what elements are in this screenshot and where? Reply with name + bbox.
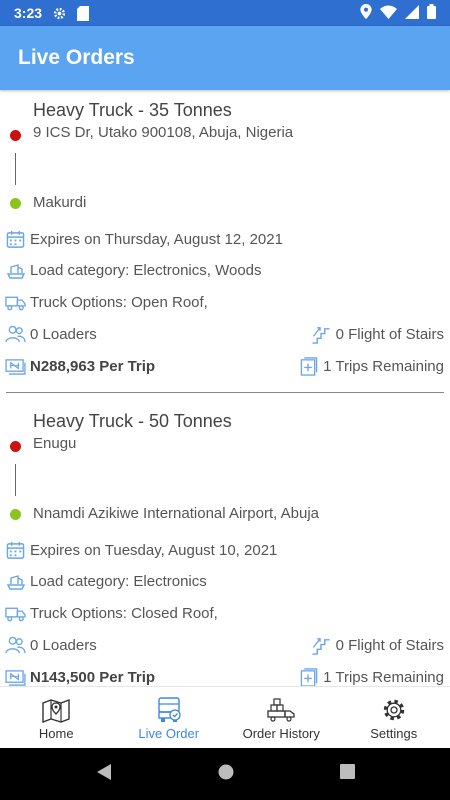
cargo-icon xyxy=(5,260,26,281)
loaders-row: 0 Loaders xyxy=(5,635,97,656)
home-circle-icon[interactable] xyxy=(218,764,234,785)
stairs-text: 0 Flight of Stairs xyxy=(335,326,444,343)
dropoff-address: Nnamdi Azikiwe International Airport, Ab… xyxy=(33,505,319,522)
recents-icon[interactable] xyxy=(339,764,355,784)
cargo-icon xyxy=(5,571,26,592)
expiry-text: Expires on Thursday, August 12, 2021 xyxy=(30,231,283,248)
load-category-row: Load category: Electronics xyxy=(5,571,207,592)
stairs-icon xyxy=(311,324,332,345)
system-navigation-bar xyxy=(0,748,450,800)
pickup-dot-icon xyxy=(10,130,21,141)
nav-home-label: Home xyxy=(38,725,74,741)
load-category-text: Load category: Electronics xyxy=(30,573,207,590)
order-divider xyxy=(6,392,444,393)
dropoff-dot-icon xyxy=(10,509,21,520)
calendar-icon xyxy=(5,229,26,250)
truck-options-text: Truck Options: Open Roof, xyxy=(30,294,208,311)
truck-options-row: Truck Options: Open Roof, xyxy=(5,292,208,313)
bottom-navigation: Home Live Order Order History Settings xyxy=(0,686,450,749)
loaders-icon xyxy=(5,635,26,656)
stairs-row: 0 Flight of Stairs xyxy=(311,324,444,345)
truck-icon xyxy=(5,292,26,313)
load-category-text: Load category: Electronics, Woods xyxy=(30,262,262,279)
price-text: N143,500 Per Trip xyxy=(30,669,156,686)
status-bar: 3:23 xyxy=(0,0,450,26)
settings-gear-status-icon xyxy=(52,6,67,21)
battery-icon xyxy=(427,4,436,22)
gear-icon xyxy=(381,696,407,724)
live-truck-icon xyxy=(156,696,182,724)
nav-home[interactable]: Home xyxy=(0,687,113,749)
nav-settings[interactable]: Settings xyxy=(338,687,450,749)
nav-settings-label: Settings xyxy=(370,725,418,741)
price-text: N288,963 Per Trip xyxy=(30,358,156,375)
back-icon[interactable] xyxy=(96,763,112,786)
pickup-address: Enugu xyxy=(33,435,77,452)
trips-icon xyxy=(298,356,319,377)
price-row: N143,500 Per Trip xyxy=(5,667,155,686)
expiry-row: Expires on Tuesday, August 10, 2021 xyxy=(5,540,277,561)
route-line xyxy=(15,153,16,185)
trips-row: 1 Trips Remaining xyxy=(298,667,444,686)
calendar-icon xyxy=(5,540,26,561)
load-category-row: Load category: Electronics, Woods xyxy=(5,260,262,281)
nav-live-order-label: Live Order xyxy=(138,725,200,741)
wifi-icon xyxy=(380,5,397,22)
truck-type: Heavy Truck - 35 Tonnes xyxy=(33,100,232,120)
pickup-dot-icon xyxy=(10,441,21,452)
nav-live-order[interactable]: Live Order xyxy=(113,687,226,749)
status-time: 3:23 xyxy=(14,5,43,21)
truck-options-text: Truck Options: Closed Roof, xyxy=(30,605,218,622)
nav-order-history-label: Order History xyxy=(242,725,320,741)
stairs-icon xyxy=(311,635,332,656)
trips-icon xyxy=(298,667,319,686)
loaders-row: 0 Loaders xyxy=(5,324,97,345)
price-row: N288,963 Per Trip xyxy=(5,356,155,377)
expiry-row: Expires on Thursday, August 12, 2021 xyxy=(5,229,283,250)
truck-type: Heavy Truck - 50 Tonnes xyxy=(33,411,232,431)
truck-options-row: Truck Options: Closed Roof, xyxy=(5,603,218,624)
dropoff-dot-icon xyxy=(10,198,21,209)
trips-text: 1 Trips Remaining xyxy=(323,358,444,375)
map-icon xyxy=(42,696,70,724)
route-line xyxy=(15,464,16,496)
trips-text: 1 Trips Remaining xyxy=(323,669,444,686)
nav-order-history[interactable]: Order History xyxy=(225,687,338,749)
money-icon xyxy=(5,356,26,377)
stairs-text: 0 Flight of Stairs xyxy=(335,637,444,654)
loaders-icon xyxy=(5,324,26,345)
app-bar: Live Orders xyxy=(0,26,450,90)
loaders-text: 0 Loaders xyxy=(30,637,97,654)
delivery-truck-icon xyxy=(266,696,296,724)
expiry-text: Expires on Tuesday, August 10, 2021 xyxy=(30,542,278,559)
sd-card-icon xyxy=(77,5,90,21)
truck-icon xyxy=(5,603,26,624)
dropoff-address: Makurdi xyxy=(33,194,87,211)
page-title: Live Orders xyxy=(18,46,135,69)
money-icon xyxy=(5,667,26,686)
stairs-row: 0 Flight of Stairs xyxy=(311,635,444,656)
trips-row: 1 Trips Remaining xyxy=(298,356,444,377)
signal-icon xyxy=(405,4,419,22)
orders-list[interactable]: Heavy Truck - 35 Tonnes 9 ICS Dr, Utako … xyxy=(0,90,450,686)
loaders-text: 0 Loaders xyxy=(30,326,97,343)
pickup-address: 9 ICS Dr, Utako 900108, Abuja, Nigeria xyxy=(33,124,294,141)
location-icon xyxy=(360,4,372,22)
